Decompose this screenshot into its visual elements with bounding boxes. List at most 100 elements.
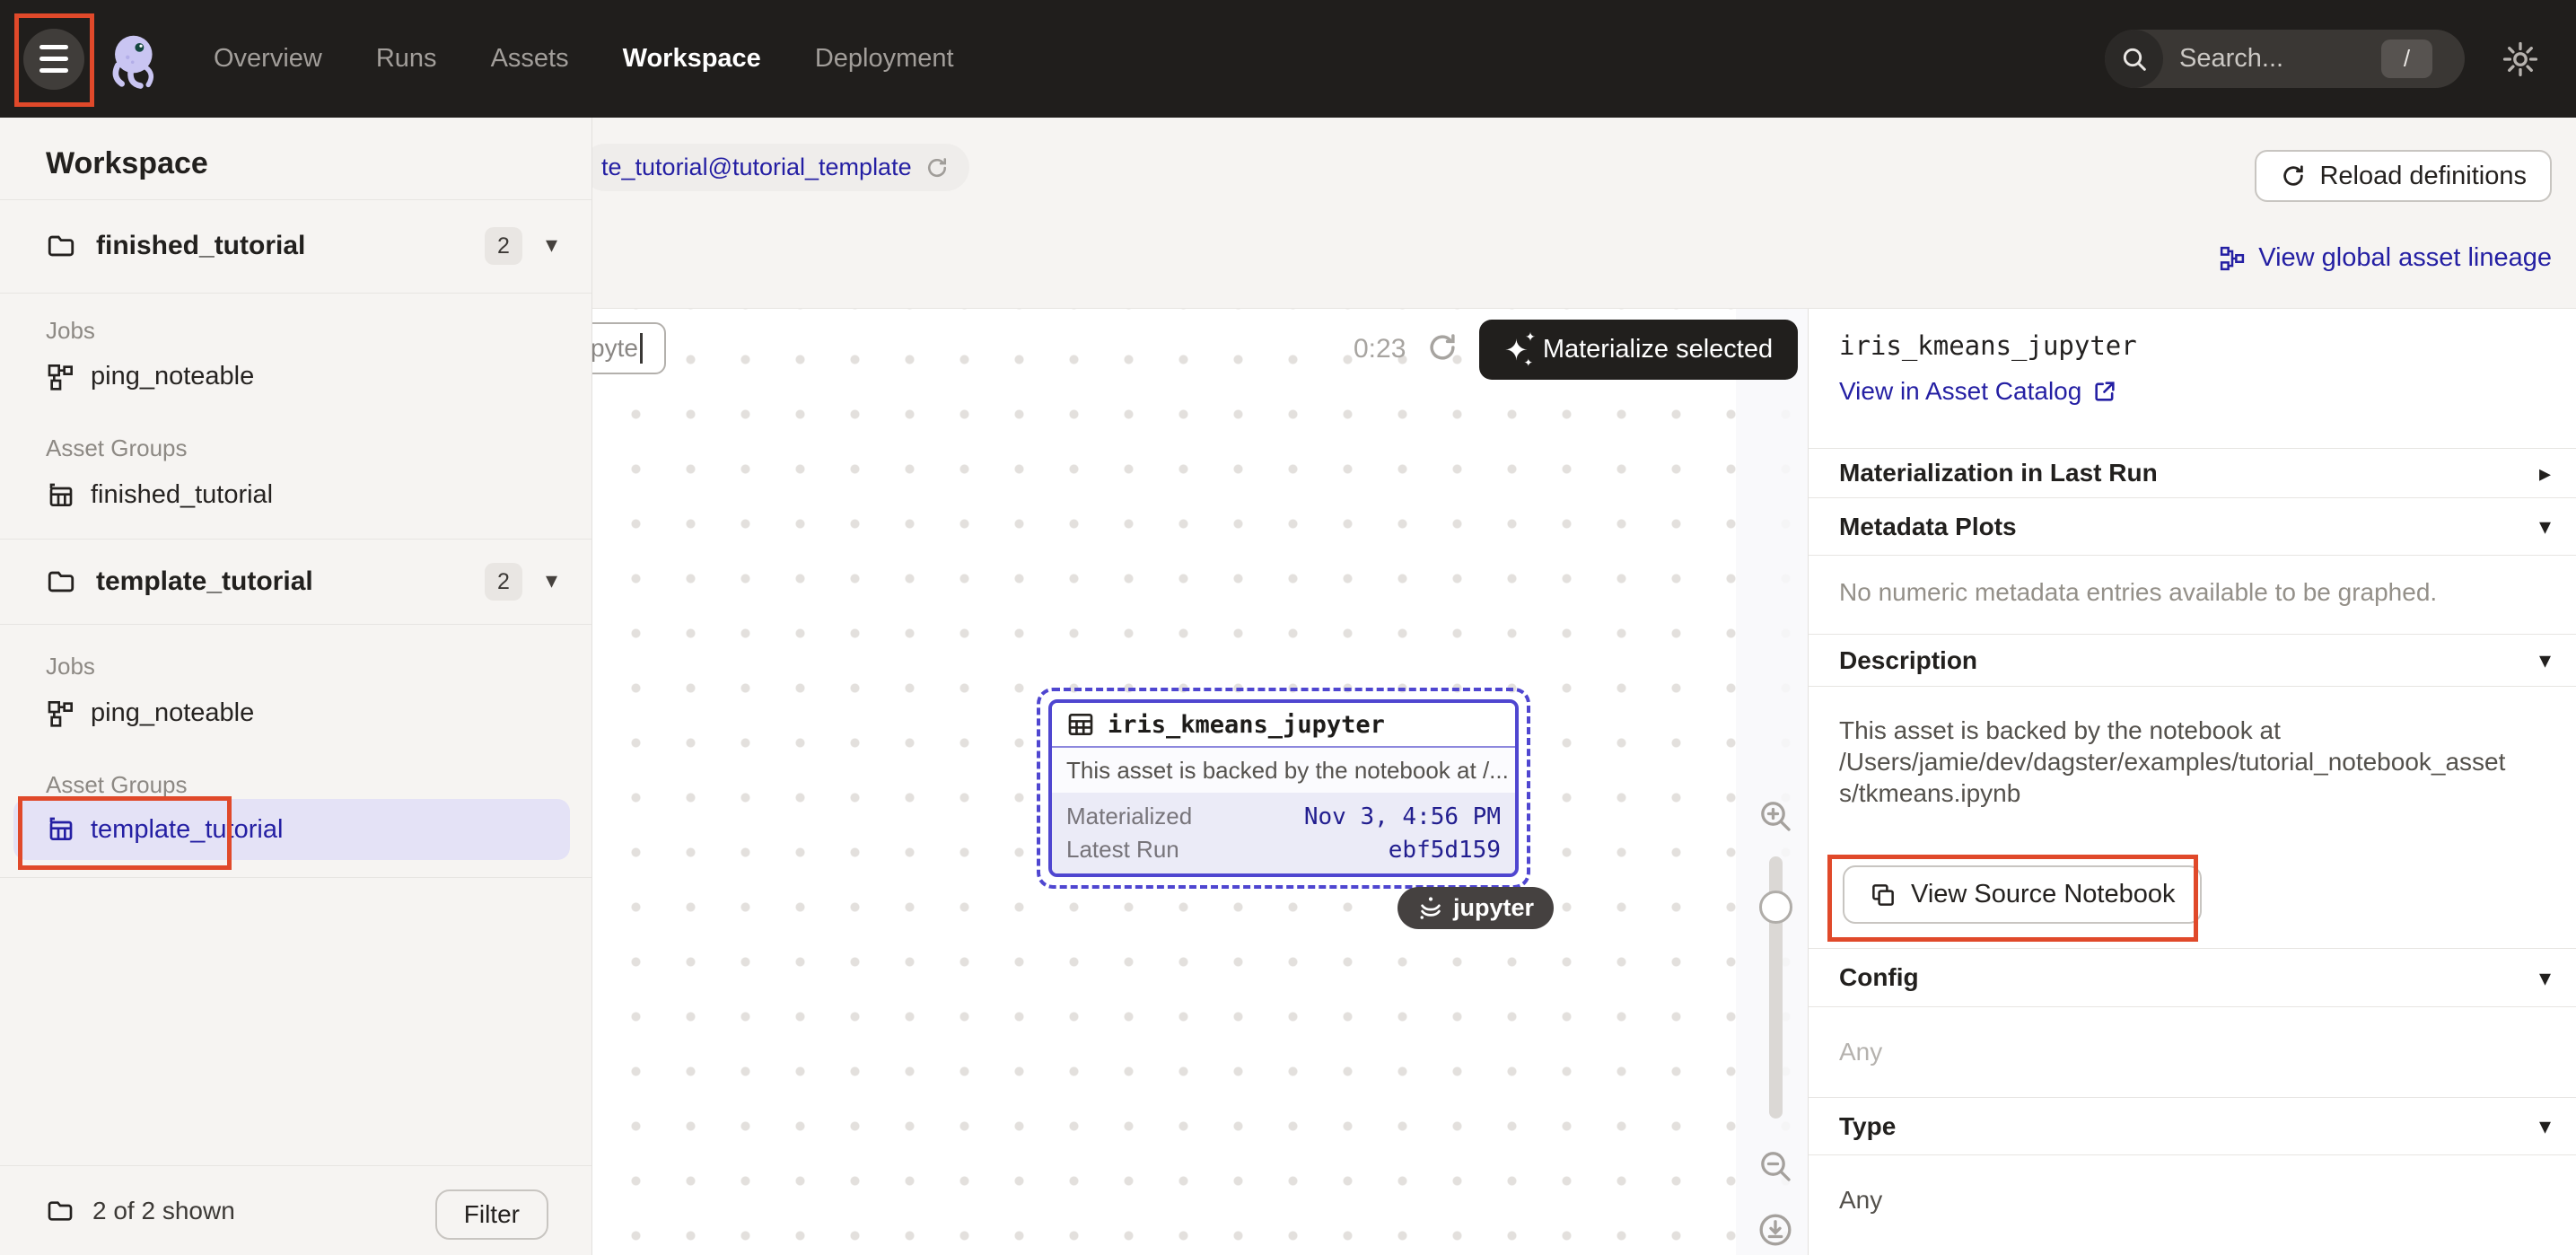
nav-item-runs[interactable]: Runs: [376, 44, 437, 74]
sidebar-item-asset-group-template-tutorial[interactable]: template_tutorial: [13, 799, 570, 860]
catalog-link-label: View in Asset Catalog: [1839, 377, 2081, 406]
asset-node-stats: Materialized Nov 3, 4:56 PM Latest Run e…: [1052, 793, 1515, 873]
section-title: Type: [1839, 1112, 1896, 1141]
sidebar-item-asset-group-finished-tutorial[interactable]: finished_tutorial: [46, 480, 273, 510]
asset-group-icon: [46, 481, 74, 510]
view-global-asset-lineage-link[interactable]: View global asset lineage: [2219, 243, 2552, 273]
asset-group-icon: [46, 815, 74, 844]
materialize-selected-button[interactable]: ✦✦✦ Materialize selected: [1479, 320, 1798, 380]
asset-groups-section-label: Asset Groups: [46, 771, 188, 799]
source-button-label: View Source Notebook: [1911, 880, 2175, 909]
breadcrumb-text: te_tutorial@tutorial_template: [601, 154, 912, 181]
section-title: Metadata Plots: [1839, 513, 2017, 541]
gear-icon[interactable]: [2501, 39, 2540, 79]
latest-run-label: Latest Run: [1066, 836, 1179, 864]
section-metadata-plots[interactable]: Metadata Plots ▾: [1809, 497, 2576, 555]
asset-node-title: iris_kmeans_jupyter: [1108, 711, 1385, 739]
sidebar-footer: 2 of 2 shown Filter: [0, 1165, 591, 1255]
section-description[interactable]: Description ▾: [1809, 634, 2576, 686]
breadcrumb[interactable]: te_tutorial@tutorial_template: [582, 144, 969, 191]
repo-name: template_tutorial: [96, 566, 313, 597]
chevron-down-icon: ▾: [2539, 513, 2551, 540]
jobs-section-label: Jobs: [46, 317, 95, 345]
repo-row-template-tutorial[interactable]: template_tutorial 2 ▾: [0, 539, 591, 624]
chevron-right-icon: ▸: [2539, 460, 2551, 487]
reload-definitions-label: Reload definitions: [2319, 162, 2527, 191]
nav-item-overview[interactable]: Overview: [214, 44, 322, 74]
description-body: This asset is backed by the notebook at …: [1839, 715, 2512, 809]
repo-count-badge: 2: [485, 227, 522, 265]
refresh-icon[interactable]: [924, 155, 950, 180]
graph-filter-input[interactable]: pyte: [580, 322, 666, 374]
refresh-timer: 0:23: [1354, 334, 1406, 364]
zoom-out-icon[interactable]: [1757, 1148, 1793, 1184]
job-icon: [46, 363, 74, 391]
zoom-controls: [1752, 309, 1799, 1255]
chevron-down-icon: ▾: [2539, 646, 2551, 674]
nav-item-workspace[interactable]: Workspace: [623, 44, 761, 74]
chevron-down-icon[interactable]: ▾: [546, 231, 557, 259]
asset-group-label: template_tutorial: [91, 815, 283, 845]
sparkle-icon: ✦✦✦: [1504, 336, 1529, 364]
search-shortcut-badge: /: [2381, 39, 2432, 78]
workarea: pyte 0:23 ✦✦✦ Materialize selected: [592, 309, 2576, 1255]
refresh-icon: [2280, 162, 2307, 189]
config-value: Any: [1839, 1038, 1882, 1066]
section-type[interactable]: Type ▾: [1809, 1097, 2576, 1154]
top-nav-bar: Overview Runs Assets Workspace Deploymen…: [0, 0, 2576, 118]
materialized-label: Materialized: [1066, 803, 1192, 830]
dagster-logo[interactable]: [104, 28, 167, 91]
materialize-label: Materialize selected: [1543, 335, 1773, 364]
latest-run-value[interactable]: ebf5d159: [1389, 837, 1501, 864]
download-image-icon[interactable]: [1757, 1212, 1793, 1248]
shown-count-text: 2 of 2 shown: [92, 1197, 235, 1225]
asset-graph-canvas[interactable]: pyte 0:23 ✦✦✦ Materialize selected: [592, 309, 1808, 1255]
refresh-icon[interactable]: [1425, 330, 1459, 364]
asset-node-description: This asset is backed by the notebook at …: [1052, 748, 1515, 793]
folder-icon: [46, 1197, 74, 1225]
sidebar-title: Workspace: [46, 146, 208, 181]
sidebar-item-job-ping-noteable[interactable]: ping_noteable: [46, 362, 254, 391]
reload-definitions-button[interactable]: Reload definitions: [2255, 150, 2552, 202]
asset-node-iris-kmeans-jupyter[interactable]: iris_kmeans_jupyter This asset is backed…: [1048, 699, 1519, 877]
chevron-down-icon: ▾: [2539, 964, 2551, 992]
nav-item-deployment[interactable]: Deployment: [815, 44, 954, 74]
search-input[interactable]: Search... /: [2105, 30, 2465, 88]
lineage-icon: [2219, 245, 2246, 272]
copy-icon: [1870, 882, 1897, 908]
section-title: Description: [1839, 646, 1977, 675]
tag-label: jupyter: [1453, 894, 1534, 922]
materialized-value[interactable]: Nov 3, 4:56 PM: [1304, 803, 1501, 830]
section-title: Config: [1839, 963, 1919, 992]
sidebar-item-job-ping-noteable[interactable]: ping_noteable: [46, 698, 254, 728]
view-in-asset-catalog-link[interactable]: View in Asset Catalog: [1839, 377, 2117, 406]
workspace-sidebar: Workspace finished_tutorial 2 ▾ Jobs pin…: [0, 118, 592, 1255]
zoom-in-icon[interactable]: [1757, 798, 1793, 834]
page-header: te_tutorial@tutorial_template Reload def…: [592, 118, 2576, 309]
graph-filter-value: pyte: [591, 334, 638, 363]
table-icon: [1066, 710, 1095, 739]
chevron-down-icon[interactable]: ▾: [546, 566, 557, 594]
nav-item-assets[interactable]: Assets: [491, 44, 569, 74]
search-icon: [2105, 30, 2163, 88]
compute-kind-tag-jupyter[interactable]: jupyter: [1398, 887, 1554, 929]
search-placeholder: Search...: [2179, 44, 2283, 74]
repo-count-badge: 2: [485, 563, 522, 601]
job-label: ping_noteable: [91, 362, 254, 391]
repo-row-finished-tutorial[interactable]: finished_tutorial 2 ▾: [0, 199, 591, 293]
zoom-slider-handle[interactable]: [1759, 891, 1792, 924]
hamburger-menu-button[interactable]: [23, 29, 84, 90]
lineage-link-label: View global asset lineage: [2258, 243, 2552, 273]
chevron-down-icon: ▾: [2539, 1112, 2551, 1140]
job-label: ping_noteable: [91, 698, 254, 728]
asset-details-title: iris_kmeans_jupyter: [1839, 330, 2137, 361]
metadata-empty-message: No numeric metadata entries available to…: [1839, 578, 2437, 607]
asset-group-label: finished_tutorial: [91, 480, 273, 510]
section-config[interactable]: Config ▾: [1809, 948, 2576, 1006]
repo-name: finished_tutorial: [96, 231, 305, 261]
section-materialization-in-last-run[interactable]: Materialization in Last Run ▸: [1809, 448, 2576, 497]
jobs-section-label: Jobs: [46, 653, 95, 680]
filter-button[interactable]: Filter: [435, 1189, 548, 1240]
view-source-notebook-button[interactable]: View Source Notebook: [1843, 865, 2202, 924]
jupyter-icon: [1417, 895, 1444, 922]
